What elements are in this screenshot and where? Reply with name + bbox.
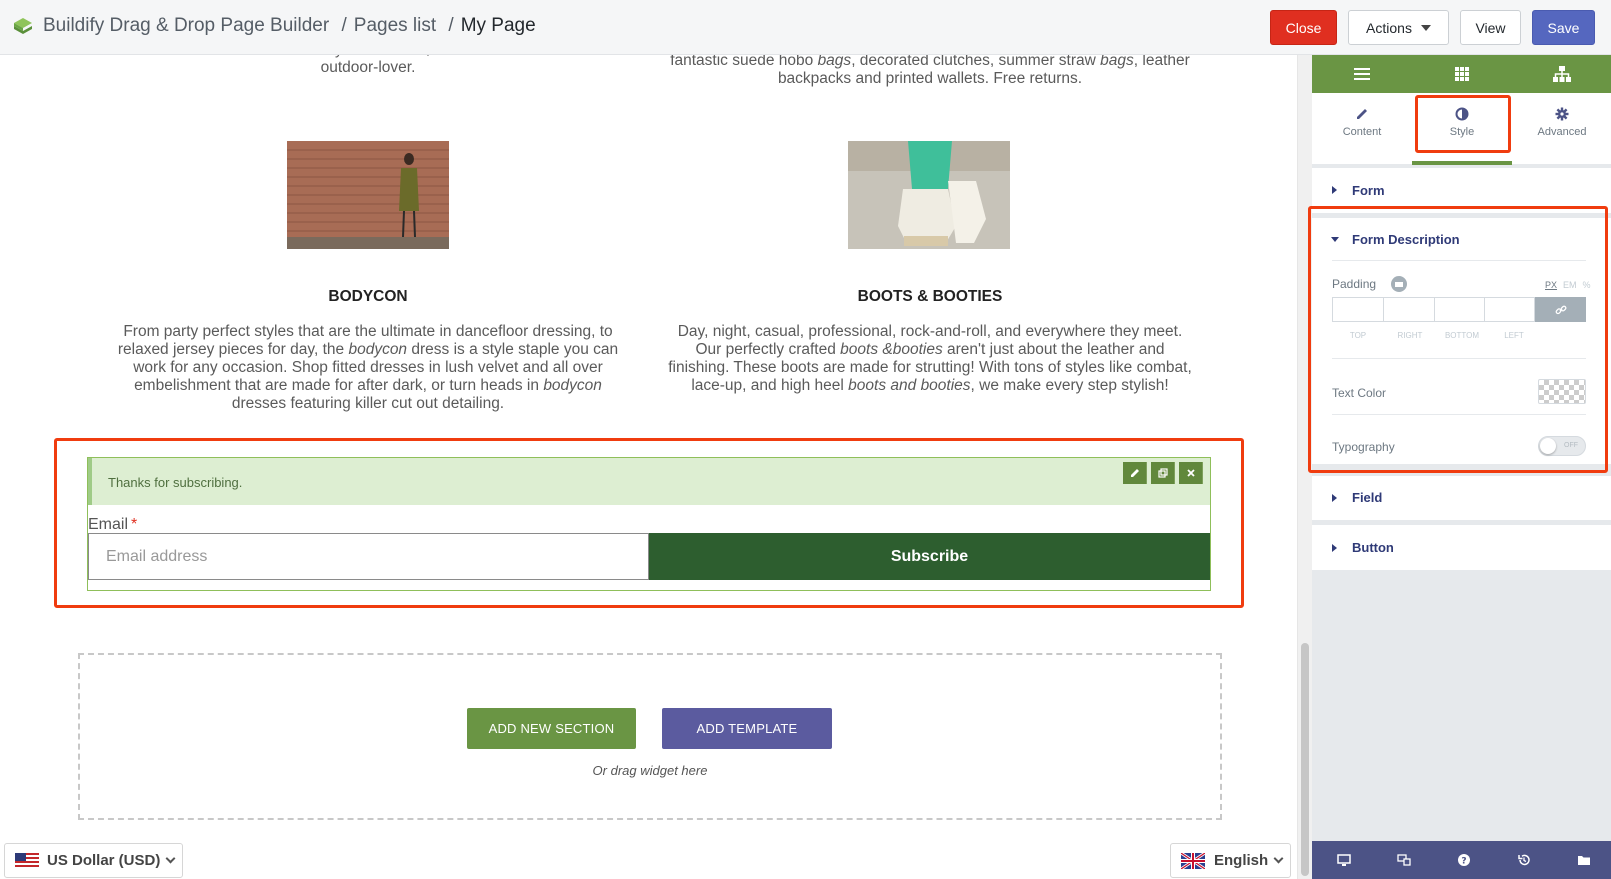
widgets-grid-icon[interactable] — [1452, 64, 1472, 84]
breadcrumb-pages-list[interactable]: Pages list — [354, 15, 436, 36]
boots-title: BOOTS & BOOTIES — [857, 288, 1003, 305]
caret-right-icon — [1332, 544, 1337, 552]
email-label: Email * — [88, 516, 137, 534]
right-top-text: fantastic suede hobo bags, decorated clu… — [670, 55, 1190, 87]
us-flag-icon — [15, 852, 39, 869]
close-button[interactable]: Close — [1270, 10, 1337, 45]
navigator-sitemap-icon[interactable] — [1552, 64, 1572, 84]
add-template-button[interactable]: ADD TEMPLATE — [662, 708, 832, 749]
panel-header — [1312, 55, 1611, 93]
section-form-title: Form — [1352, 183, 1385, 198]
language-selector[interactable]: English — [1170, 843, 1291, 878]
tab-content[interactable]: Content — [1312, 93, 1412, 165]
duplicate-widget-icon[interactable] — [1151, 462, 1175, 484]
svg-text:?: ? — [1461, 857, 1466, 867]
responsive-mode-icon[interactable] — [1397, 853, 1411, 867]
subscribe-button[interactable]: Subscribe — [649, 533, 1210, 580]
scrollbar-thumb[interactable] — [1301, 643, 1309, 876]
history-icon[interactable] — [1517, 853, 1531, 867]
hamburger-menu-icon[interactable] — [1352, 64, 1372, 84]
bodycon-description: From party perfect styles that are the u… — [117, 323, 619, 412]
add-section-dropzone[interactable]: ADD NEW SECTION ADD TEMPLATE Or drag wid… — [78, 653, 1222, 820]
actions-dropdown-button[interactable]: Actions — [1348, 10, 1449, 45]
section-button[interactable]: Button — [1312, 525, 1611, 570]
remove-widget-icon[interactable] — [1179, 462, 1203, 484]
form-description-highlight-outline — [1308, 206, 1608, 473]
desktop-preview-icon[interactable] — [1337, 853, 1351, 867]
bodycon-image[interactable] — [287, 141, 449, 249]
section-field[interactable]: Field — [1312, 476, 1611, 520]
section-field-title: Field — [1352, 490, 1383, 505]
editor-canvas: chooses from that will suit everyone's n… — [0, 55, 1297, 879]
tab-content-label: Content — [1342, 126, 1382, 138]
required-marker: * — [131, 516, 138, 533]
caret-down-icon — [1420, 24, 1431, 31]
subscribe-form-widget[interactable]: Thanks for subscribing. Email * Email add… — [87, 457, 1211, 591]
app-title[interactable]: Buildify Drag & Drop Page Builder — [43, 15, 329, 36]
pencil-icon — [1357, 109, 1367, 119]
editor-panel: Content Style Advanced Form Form Descrip… — [1308, 55, 1611, 879]
actions-label: Actions — [1366, 19, 1412, 36]
top-bar: Buildify Drag & Drop Page Builder / Pages… — [0, 0, 1611, 55]
chevron-down-icon — [1273, 853, 1284, 864]
active-tab-indicator — [1412, 161, 1512, 165]
language-label: English — [1214, 852, 1269, 869]
tab-advanced[interactable]: Advanced — [1512, 93, 1611, 165]
boots-image[interactable] — [848, 141, 1010, 249]
drag-widget-hint: Or drag widget here — [592, 763, 708, 778]
panel-footer: ? — [1312, 841, 1611, 879]
section-button-title: Button — [1352, 540, 1394, 555]
currency-label: US Dollar (USD) — [47, 852, 161, 869]
help-icon[interactable]: ? — [1457, 853, 1471, 867]
edit-widget-icon[interactable] — [1123, 462, 1147, 484]
left-top-text: outdoor-lover. — [320, 59, 416, 76]
folder-icon[interactable] — [1577, 853, 1591, 867]
bodycon-title: BODYCON — [328, 288, 408, 305]
email-input[interactable]: Email address — [88, 533, 649, 580]
gear-icon — [1555, 107, 1569, 121]
save-button[interactable]: Save — [1532, 10, 1595, 45]
boots-description: Day, night, casual, professional, rock-a… — [668, 323, 1192, 394]
currency-selector[interactable]: US Dollar (USD) — [4, 843, 183, 878]
caret-right-icon — [1332, 494, 1337, 502]
breadcrumb: Buildify Drag & Drop Page Builder / Pages… — [43, 15, 536, 37]
email-label-text: Email — [88, 516, 129, 533]
uk-flag-icon — [1181, 852, 1205, 869]
tab-advanced-label: Advanced — [1537, 126, 1587, 138]
add-new-section-button[interactable]: ADD NEW SECTION — [467, 708, 636, 749]
buildify-logo-icon — [14, 18, 32, 34]
breadcrumb-separator: / — [448, 15, 454, 36]
style-tab-highlight-outline — [1415, 95, 1511, 153]
breadcrumb-separator: / — [341, 15, 347, 36]
chevron-down-icon — [165, 853, 176, 864]
caret-right-icon — [1332, 186, 1337, 194]
view-button[interactable]: View — [1460, 10, 1521, 45]
success-message: Thanks for subscribing. — [88, 458, 1210, 505]
breadcrumb-current-page: My Page — [460, 15, 536, 36]
